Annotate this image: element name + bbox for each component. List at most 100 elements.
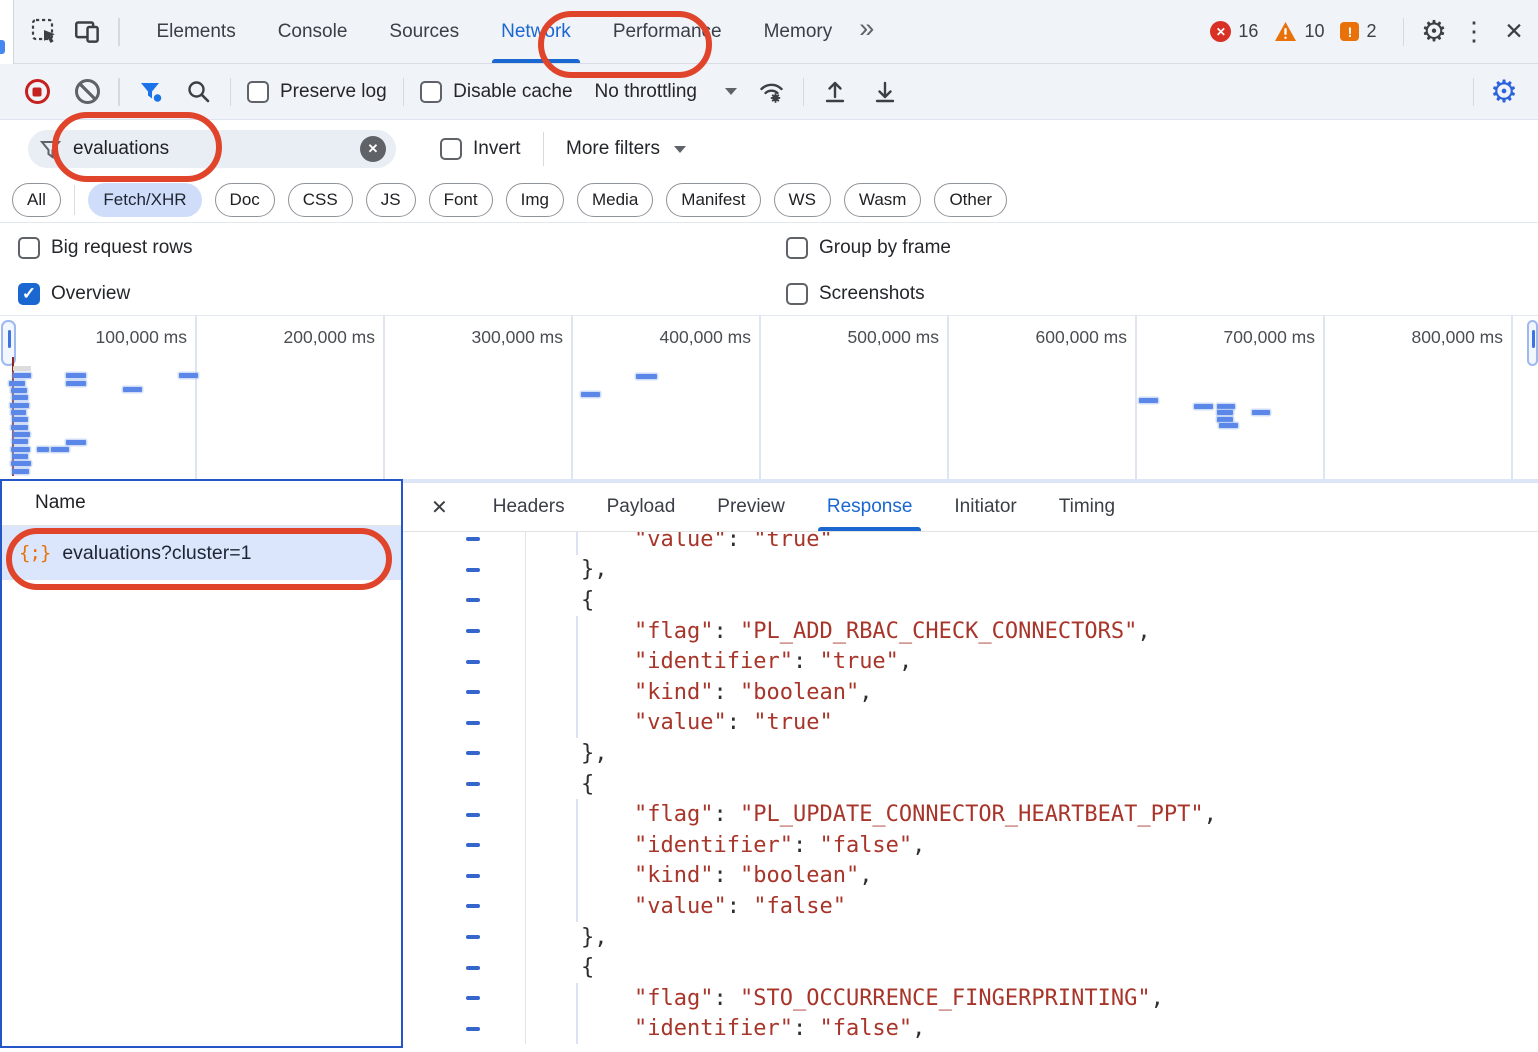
warning-badge[interactable]: 10 [1274,21,1324,42]
timeline-tick-label: 100,000 ms [27,327,187,348]
checkbox[interactable] [420,81,442,103]
code-text: }, [525,738,1538,769]
details-tab-payload[interactable]: Payload [586,483,697,531]
record-network-log-icon[interactable] [16,71,58,113]
invert-checkbox[interactable]: Invert [440,138,521,160]
request-timing-bar [9,381,25,386]
filter-input-value[interactable]: evaluations [73,138,360,160]
checkbox[interactable] [18,237,40,259]
filter-input[interactable]: evaluations ✕ [28,130,396,168]
clear-filter-icon[interactable]: ✕ [360,136,386,162]
details-tab-headers[interactable]: Headers [472,483,586,531]
code-line: "flag": "PL_ADD_RBAC_CHECK_CONNECTORS", [403,616,1538,647]
request-timing-bar [11,388,27,393]
code-text: "value": "true" [525,708,1538,739]
tab-performance[interactable]: Performance [592,0,743,63]
checkbox[interactable] [440,138,462,160]
network-conditions-icon[interactable] [751,71,793,113]
issues-badge[interactable]: ! 2 [1340,21,1376,42]
gutter-dash [466,1027,480,1031]
overview-right-grip[interactable] [1527,320,1538,366]
gutter-dash [466,966,480,970]
type-filter-img[interactable]: Img [506,183,564,217]
network-settings-gear-icon[interactable]: ⚙ [1484,72,1524,112]
divider [1473,78,1475,106]
inspect-element-icon[interactable] [24,11,66,53]
checkbox[interactable]: ✓ [18,283,40,305]
type-filter-css[interactable]: CSS [288,183,353,217]
search-icon[interactable] [178,71,220,113]
tab-console[interactable]: Console [257,0,369,63]
type-filter-fetch-xhr[interactable]: Fetch/XHR [88,183,201,217]
tab-network[interactable]: Network [480,0,592,63]
page-edge [0,0,14,64]
details-tab-initiator[interactable]: Initiator [933,483,1037,531]
export-har-icon[interactable] [864,71,906,113]
request-row[interactable]: {;}evaluations?cluster=1 [2,526,401,580]
throttling-dropdown[interactable]: No throttling [595,81,737,103]
type-filter-font[interactable]: Font [429,183,493,217]
code-text: }, [525,922,1538,953]
line-gutter [403,751,525,755]
overview-checkbox[interactable]: ✓ Overview [18,283,786,305]
disable-cache-checkbox[interactable]: Disable cache [420,81,572,103]
import-har-icon[interactable] [814,71,856,113]
line-gutter [403,660,525,664]
gutter-dash [466,721,480,725]
checkbox[interactable] [247,81,269,103]
group-by-frame-label: Group by frame [819,237,951,259]
timeline-tick-label: 200,000 ms [215,327,375,348]
code-line: "flag": "PL_UPDATE_CONNECTOR_HEARTBEAT_P… [403,799,1538,830]
gutter-dash [466,690,480,694]
tab-sources[interactable]: Sources [368,0,480,63]
gutter-dash [466,935,480,939]
timeline-tick-label: 500,000 ms [779,327,939,348]
divider [803,78,805,106]
type-filter-doc[interactable]: Doc [215,183,275,217]
more-filters-dropdown[interactable]: More filters [566,138,686,160]
error-badge[interactable]: ✕ 16 [1210,21,1258,42]
code-text: "identifier": "false", [525,830,1538,861]
group-by-frame-checkbox[interactable]: Group by frame [786,237,1538,259]
tab-elements[interactable]: Elements [136,0,257,63]
filter-icon[interactable] [130,71,172,113]
code-text: { [525,769,1538,800]
details-tab-response[interactable]: Response [806,483,934,531]
device-toolbar-icon[interactable] [66,11,108,53]
screenshots-checkbox[interactable]: Screenshots [786,283,1538,305]
code-line: { [403,769,1538,800]
type-filter-other[interactable]: Other [934,183,1007,217]
code-text: "value": "true" [525,532,1538,555]
type-filter-wasm[interactable]: Wasm [844,183,922,217]
settings-gear-icon[interactable]: ⚙ [1414,12,1454,52]
gutter-dash [466,843,480,847]
more-tabs-icon[interactable]: » [853,13,884,50]
code-line: "kind": "boolean", [403,861,1538,892]
code-line: "kind": "boolean", [403,677,1538,708]
close-devtools-icon[interactable]: ✕ [1494,12,1534,52]
checkbox[interactable] [786,283,808,305]
more-options-icon[interactable]: ⋮ [1454,12,1494,52]
overview-label: Overview [51,283,130,305]
tab-memory[interactable]: Memory [743,0,854,63]
details-tab-preview[interactable]: Preview [696,483,806,531]
overview-strip[interactable]: 100,000 ms200,000 ms300,000 ms400,000 ms… [0,316,1538,479]
request-timing-bar [1139,398,1158,403]
preserve-log-label: Preserve log [280,81,387,103]
type-filter-manifest[interactable]: Manifest [666,183,760,217]
clear-network-log-icon[interactable] [66,71,108,113]
divider [403,78,405,106]
type-filter-all[interactable]: All [12,183,61,217]
line-gutter [403,782,525,786]
type-filter-js[interactable]: JS [366,183,416,217]
checkbox[interactable] [786,237,808,259]
code-line: }, [403,738,1538,769]
close-details-icon[interactable]: ✕ [431,495,448,520]
big-request-rows-checkbox[interactable]: Big request rows [18,237,786,259]
preserve-log-checkbox[interactable]: Preserve log [247,81,387,103]
type-filter-ws[interactable]: WS [774,183,831,217]
details-tab-timing[interactable]: Timing [1038,483,1136,531]
name-column-header[interactable]: Name [2,481,401,526]
request-type-filters: All Fetch/XHR Doc CSS JS Font Img Media Manifest… [0,178,1538,223]
type-filter-media[interactable]: Media [577,183,653,217]
